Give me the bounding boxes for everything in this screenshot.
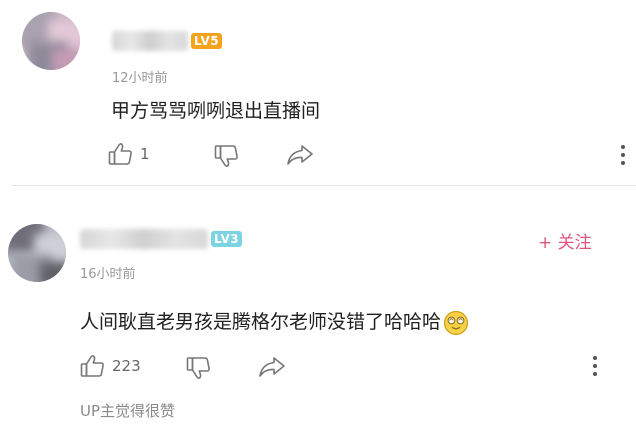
username-blurred[interactable] <box>80 229 208 249</box>
share-arrow-icon <box>259 357 285 377</box>
like-button[interactable]: 223 <box>80 354 141 378</box>
comment-time: 12小时前 <box>112 71 168 86</box>
like-button[interactable]: 1 <box>108 142 150 166</box>
comment-text: 甲方骂骂咧咧退出直播间 <box>111 100 321 122</box>
share-button[interactable] <box>286 144 314 166</box>
thumbs-down-icon <box>214 145 238 167</box>
thumbs-up-icon <box>108 143 132 165</box>
username-blurred[interactable] <box>112 31 188 51</box>
more-options-icon[interactable] <box>621 145 625 165</box>
dislike-button[interactable] <box>186 356 212 380</box>
dizzy-face-emoji <box>443 310 469 335</box>
comment-text-line: 人间耿直老男孩是腾格尔老师没错了哈哈哈 <box>80 307 469 336</box>
level-badge: LV3 <box>211 231 243 247</box>
avatar[interactable] <box>22 12 80 70</box>
thumbs-down-icon <box>186 357 210 379</box>
thumbs-up-icon <box>80 355 104 377</box>
up-liked-label: UP主觉得很赞 <box>80 402 176 420</box>
share-arrow-icon <box>287 145 313 165</box>
share-button[interactable] <box>258 356 286 378</box>
comment-item: LV3 + 关注 16小时前 人间耿直老男孩是腾格尔老师没错了哈哈哈 223 U… <box>0 186 636 430</box>
like-count: 223 <box>112 357 141 375</box>
follow-button[interactable]: + 关注 <box>538 228 592 253</box>
like-count: 1 <box>140 145 150 163</box>
more-options-icon[interactable] <box>593 356 597 376</box>
comment-time: 16小时前 <box>80 267 136 282</box>
level-badge: LV5 <box>191 33 223 49</box>
comment-text: 人间耿直老男孩是腾格尔老师没错了哈哈哈 <box>80 311 442 333</box>
avatar[interactable] <box>8 224 66 282</box>
dislike-button[interactable] <box>214 144 240 168</box>
comment-item: LV5 12小时前 甲方骂骂咧咧退出直播间 1 <box>0 0 636 185</box>
